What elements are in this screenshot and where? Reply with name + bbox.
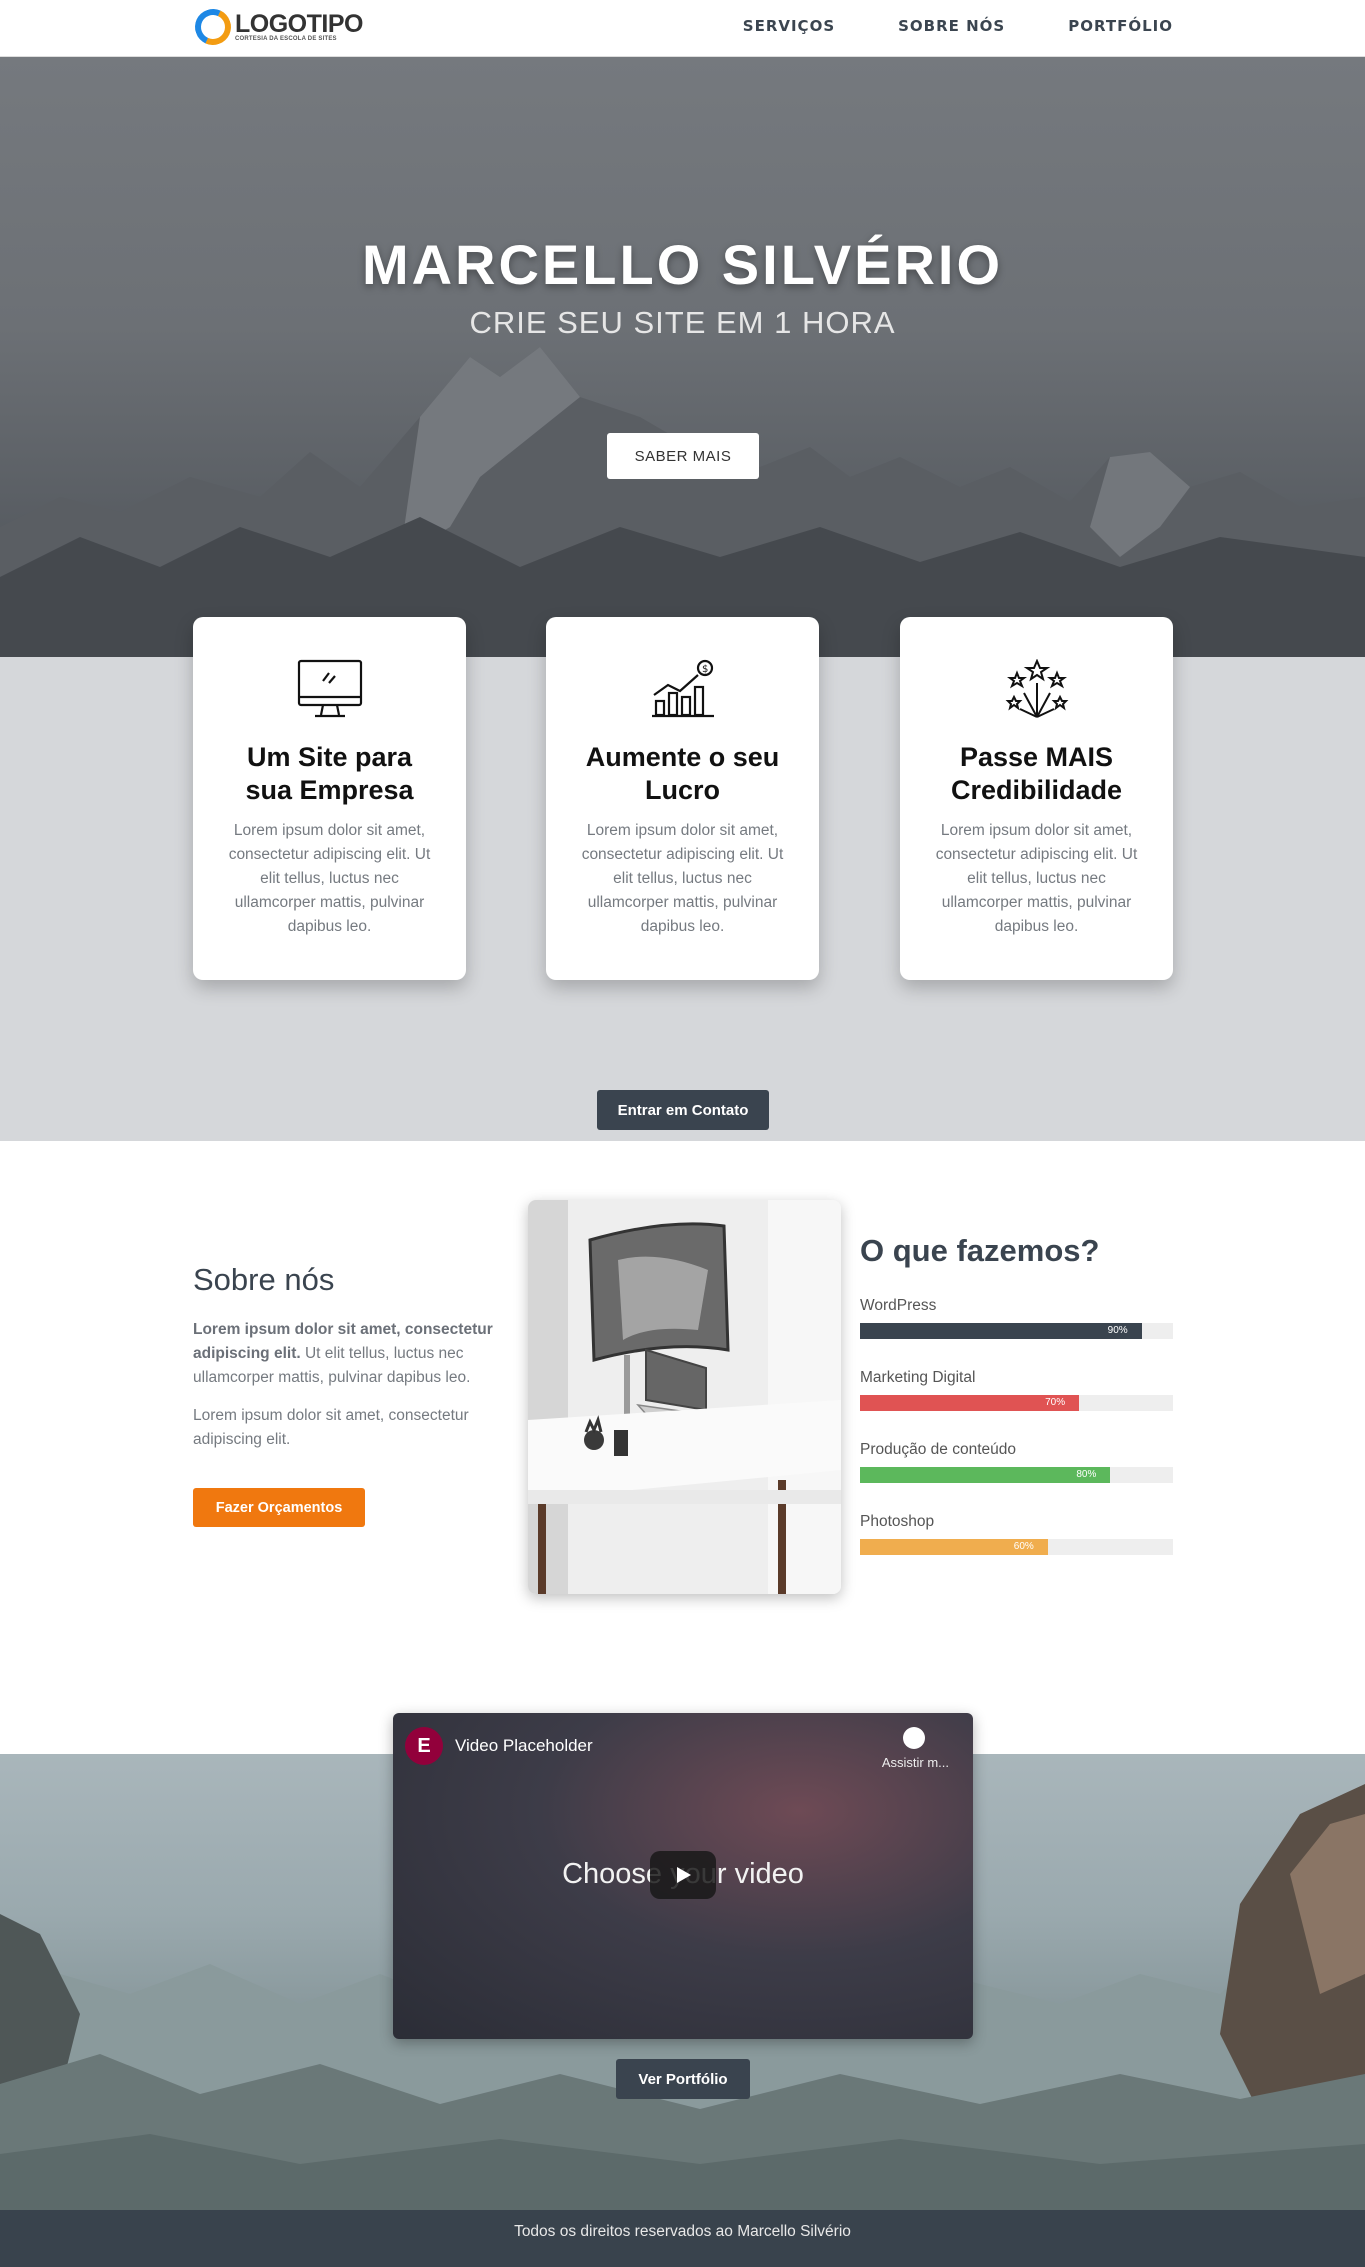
nav-servicos[interactable]: SERVIÇOS <box>743 17 835 35</box>
skill-label: WordPress <box>860 1297 937 1314</box>
skill-producao-conteudo: Produção de conteúdo 80% <box>860 1441 1173 1483</box>
hero-subtitle: CRIE SEU SITE EM 1 HORA <box>469 305 896 340</box>
saber-mais-button[interactable]: SABER MAIS <box>607 433 759 479</box>
desk-photo-image <box>528 1200 841 1594</box>
skill-progress-fill: 70% <box>860 1395 1080 1411</box>
growth-chart-icon: $ <box>546 659 819 723</box>
card-title: Aumente o seu Lucro <box>585 742 780 805</box>
elementor-logo-icon: E <box>405 1727 443 1765</box>
skill-progress-fill: 80% <box>860 1467 1111 1483</box>
skills-title: O que fazemos? <box>860 1233 1100 1268</box>
about-title: Sobre nós <box>193 1262 335 1297</box>
card-title: Um Site para sua Empresa <box>245 742 414 805</box>
site-header: LOGOTIPO CORTESIA DA ESCOLA DE SITES SER… <box>0 0 1365 57</box>
logo-ring-icon <box>189 3 237 51</box>
footer-text: Todos os direitos reservados ao Marcello… <box>514 2223 851 2240</box>
card-title: Passe MAIS Credibilidade <box>950 742 1123 805</box>
skill-label: Marketing Digital <box>860 1369 976 1386</box>
logo-text: LOGOTIPO <box>235 10 363 38</box>
skill-progress-bar: 90% <box>860 1323 1173 1339</box>
nav-sobre-nos[interactable]: SOBRE NÓS <box>898 17 1005 35</box>
hero-title: MARCELLO SILVÉRIO <box>361 233 1004 296</box>
card-text: Lorem ipsum dolor sit amet, consectetur … <box>581 822 784 935</box>
skill-wordpress: WordPress 90% <box>860 1297 1173 1339</box>
video-title: Video Placeholder <box>455 1736 593 1755</box>
nav-portfolio[interactable]: PORTFÓLIO <box>1068 17 1173 35</box>
card-text: Lorem ipsum dolor sit amet, consectetur … <box>935 822 1138 935</box>
skill-label: Photoshop <box>860 1513 935 1530</box>
skill-progress-fill: 90% <box>860 1323 1142 1339</box>
clock-icon[interactable] <box>903 1727 925 1749</box>
about-paragraph: Lorem ipsum dolor sit amet, consectetur … <box>193 1407 469 1448</box>
main-nav: SERVIÇOS SOBRE NÓS PORTFÓLIO <box>743 17 1173 35</box>
about-paragraph: Lorem ipsum dolor sit amet, consectetur … <box>193 1321 493 1386</box>
service-card: Um Site para sua Empresa Lorem ipsum dolo… <box>193 617 466 980</box>
card-text: Lorem ipsum dolor sit amet, consectetur … <box>228 822 431 935</box>
skill-progress-bar: 70% <box>860 1395 1173 1411</box>
site-footer: Todos os direitos reservados ao Marcello… <box>0 2210 1365 2267</box>
svg-text:$: $ <box>702 664 708 675</box>
skill-progress-fill: 60% <box>860 1539 1048 1555</box>
watch-later-label[interactable]: Assistir m... <box>882 1755 949 1770</box>
skill-photoshop: Photoshop 60% <box>860 1513 1173 1555</box>
monitor-icon <box>193 659 466 723</box>
play-icon[interactable] <box>650 1851 716 1899</box>
video-player[interactable]: E Video Placeholder Assistir m... Choose… <box>393 1713 973 2039</box>
fireworks-icon <box>900 659 1173 723</box>
skill-marketing-digital: Marketing Digital 70% <box>860 1369 1173 1411</box>
logo[interactable]: LOGOTIPO CORTESIA DA ESCOLA DE SITES <box>189 3 363 51</box>
service-card: Passe MAIS Credibilidade Lorem ipsum dolo… <box>900 617 1173 980</box>
skill-label: Produção de conteúdo <box>860 1441 1016 1458</box>
skill-progress-bar: 60% <box>860 1539 1173 1555</box>
fazer-orcamentos-button[interactable]: Fazer Orçamentos <box>193 1488 365 1527</box>
entrar-em-contato-button[interactable]: Entrar em Contato <box>597 1090 769 1130</box>
mountain-background-image <box>0 347 1365 657</box>
service-card: $ Aumente o seu Lucro Lorem ipsum dolor s… <box>546 617 819 980</box>
hero-section: MARCELLO SILVÉRIO CRIE SEU SITE EM 1 HOR… <box>0 57 1365 657</box>
ver-portfolio-button[interactable]: Ver Portfólio <box>616 2059 750 2099</box>
skill-progress-bar: 80% <box>860 1467 1173 1483</box>
